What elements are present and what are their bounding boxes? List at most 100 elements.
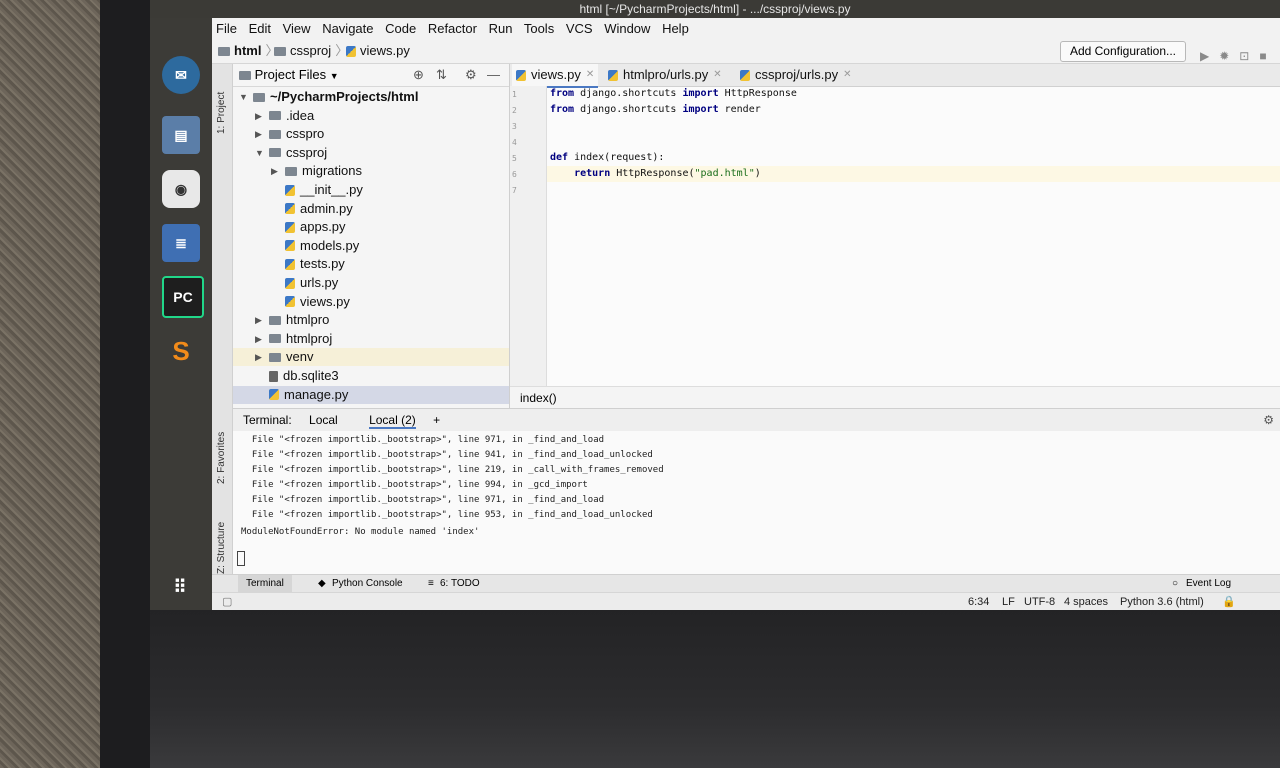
lock-icon[interactable]: 🔒 bbox=[1222, 593, 1236, 610]
collapsed-arrow-icon[interactable]: ▶ bbox=[255, 125, 264, 143]
tree-item[interactable]: urls.py bbox=[271, 274, 338, 292]
terminal-cursor bbox=[237, 551, 245, 566]
favorites-tool-tab[interactable]: 2: Favorites bbox=[216, 432, 227, 484]
database-file-icon bbox=[269, 370, 278, 382]
left-tool-strip: 1: Project 2: Favorites Z: Structure bbox=[212, 64, 233, 594]
tree-item[interactable]: ▶ migrations bbox=[271, 162, 362, 180]
gear-icon[interactable]: ⚙ bbox=[1263, 409, 1274, 431]
tree-item[interactable]: db.sqlite3 bbox=[255, 367, 339, 385]
menu-window[interactable]: Window bbox=[604, 21, 650, 36]
menu-refactor[interactable]: Refactor bbox=[428, 21, 477, 36]
breadcrumb-folder[interactable]: cssproj 〉 bbox=[274, 39, 348, 63]
tree-item[interactable]: models.py bbox=[271, 237, 359, 255]
collapsed-arrow-icon[interactable]: ▶ bbox=[255, 330, 264, 348]
menu-file[interactable]: File bbox=[216, 21, 237, 36]
todo-button[interactable]: 6: TODO bbox=[440, 575, 480, 593]
tree-item[interactable]: ▼ cssproj bbox=[255, 144, 327, 162]
folder-icon bbox=[269, 148, 281, 158]
menu-help[interactable]: Help bbox=[662, 21, 689, 36]
code-line-1[interactable]: from django.shortcuts import HttpRespons… bbox=[550, 86, 797, 102]
tab-htmlpro-urls-py[interactable]: htmlpro/urls.py ✕ bbox=[604, 64, 726, 86]
collapsed-arrow-icon[interactable]: ▶ bbox=[255, 107, 264, 125]
close-icon[interactable]: ✕ bbox=[843, 64, 851, 86]
tree-item[interactable]: admin.py bbox=[271, 200, 353, 218]
terminal-output[interactable]: File "<frozen importlib._bootstrap>", li… bbox=[233, 431, 1280, 574]
line-separator[interactable]: LF bbox=[1002, 593, 1015, 610]
ubuntu-launcher: ✉ ▤ ◉ ≣ PC S ⠿ bbox=[150, 18, 212, 610]
breadcrumb-file[interactable]: views.py bbox=[346, 39, 410, 63]
code-line-5[interactable]: def index(request): bbox=[550, 150, 664, 166]
writer-icon[interactable]: ≣ bbox=[162, 224, 200, 262]
rhythmbox-icon[interactable]: ◉ bbox=[162, 170, 200, 208]
close-icon[interactable]: ✕ bbox=[713, 64, 721, 86]
identifier: render bbox=[718, 104, 761, 115]
app-grid-icon[interactable]: ⠿ bbox=[162, 568, 200, 606]
sublime-icon[interactable]: S bbox=[162, 332, 200, 370]
tree-item[interactable]: ▶ csspro bbox=[255, 125, 324, 143]
breadcrumb-root[interactable]: html 〉 bbox=[218, 39, 278, 63]
caret-position[interactable]: 6:34 bbox=[968, 593, 989, 610]
line-number: 6 bbox=[512, 170, 517, 179]
punctuation: ) bbox=[754, 168, 761, 179]
menu-tools[interactable]: Tools bbox=[524, 21, 554, 36]
tree-item-label: models.py bbox=[300, 237, 360, 253]
gear-icon[interactable]: ⚙ bbox=[465, 64, 477, 86]
status-icon[interactable]: ▢ bbox=[222, 593, 232, 610]
hide-icon[interactable]: — bbox=[487, 64, 500, 86]
folder-icon bbox=[269, 315, 281, 325]
folder-icon bbox=[269, 352, 281, 362]
code-line-6[interactable]: return HttpResponse("pad.html") bbox=[550, 166, 761, 182]
tree-item-label: tests.py bbox=[300, 256, 345, 272]
tree-item[interactable]: manage.py bbox=[255, 386, 348, 404]
tree-item[interactable]: ▶ htmlpro bbox=[255, 311, 329, 329]
function-crumb[interactable]: index() bbox=[520, 391, 557, 405]
menu-run[interactable]: Run bbox=[489, 21, 513, 36]
tree-item[interactable]: views.py bbox=[271, 293, 350, 311]
tree-item[interactable]: apps.py bbox=[271, 218, 346, 236]
tree-item[interactable]: ▼ ~/PycharmProjects/html bbox=[239, 88, 418, 106]
menu-vcs[interactable]: VCS bbox=[566, 21, 593, 36]
locate-icon[interactable]: ⊕ bbox=[413, 64, 424, 86]
code-line-2[interactable]: from django.shortcuts import render bbox=[550, 102, 761, 118]
add-configuration-button[interactable]: Add Configuration... bbox=[1060, 41, 1186, 62]
terminal-tab-local-2[interactable]: Local (2) bbox=[369, 413, 416, 429]
tree-item[interactable]: __init__.py bbox=[271, 181, 363, 199]
collapsed-arrow-icon[interactable]: ▶ bbox=[255, 311, 264, 329]
close-icon[interactable]: ✕ bbox=[586, 64, 594, 86]
tab-cssproj-urls-py[interactable]: cssproj/urls.py ✕ bbox=[736, 64, 855, 86]
indent-setting[interactable]: 4 spaces bbox=[1064, 593, 1108, 610]
tree-item[interactable]: tests.py bbox=[271, 255, 345, 273]
expanded-arrow-icon[interactable]: ▼ bbox=[239, 88, 248, 106]
new-terminal-button[interactable]: + bbox=[433, 413, 440, 427]
file-encoding[interactable]: UTF-8 bbox=[1024, 593, 1055, 610]
tree-item[interactable]: ▶ .idea bbox=[255, 107, 314, 125]
project-view-selector[interactable]: Project Files bbox=[255, 67, 327, 82]
menu-navigate[interactable]: Navigate bbox=[322, 21, 373, 36]
python-interpreter[interactable]: Python 3.6 (html) bbox=[1120, 593, 1204, 610]
line-number: 1 bbox=[512, 90, 517, 99]
tab-views-py[interactable]: views.py ✕ bbox=[512, 64, 599, 88]
event-log-button[interactable]: Event Log bbox=[1186, 575, 1231, 593]
expanded-arrow-icon[interactable]: ▼ bbox=[255, 144, 264, 162]
project-tool-tab[interactable]: 1: Project bbox=[216, 92, 227, 134]
collapsed-arrow-icon[interactable]: ▶ bbox=[255, 348, 264, 366]
python-file-icon bbox=[285, 240, 295, 252]
pycharm-icon[interactable]: PC bbox=[162, 276, 204, 318]
menu-code[interactable]: Code bbox=[385, 21, 416, 36]
tree-item-label: admin.py bbox=[300, 200, 353, 216]
terminal-tool-button[interactable]: Terminal bbox=[238, 575, 292, 593]
python-console-button[interactable]: Python Console bbox=[332, 575, 403, 593]
menu-view[interactable]: View bbox=[283, 21, 311, 36]
thunderbird-icon[interactable]: ✉ bbox=[162, 56, 200, 94]
chevron-down-icon[interactable]: ▼ bbox=[330, 71, 339, 81]
files-icon[interactable]: ▤ bbox=[162, 116, 200, 154]
tree-item[interactable]: ▶ venv bbox=[255, 348, 313, 366]
tree-item[interactable]: ▶ htmlproj bbox=[255, 330, 332, 348]
collapse-icon[interactable]: ⇅ bbox=[436, 64, 447, 86]
structure-tool-tab[interactable]: Z: Structure bbox=[216, 522, 227, 574]
terminal-tab-local[interactable]: Local bbox=[309, 413, 338, 427]
python-file-icon bbox=[608, 69, 618, 81]
breadcrumb-root-label: html bbox=[234, 43, 262, 58]
menu-edit[interactable]: Edit bbox=[249, 21, 271, 36]
collapsed-arrow-icon[interactable]: ▶ bbox=[271, 162, 280, 180]
